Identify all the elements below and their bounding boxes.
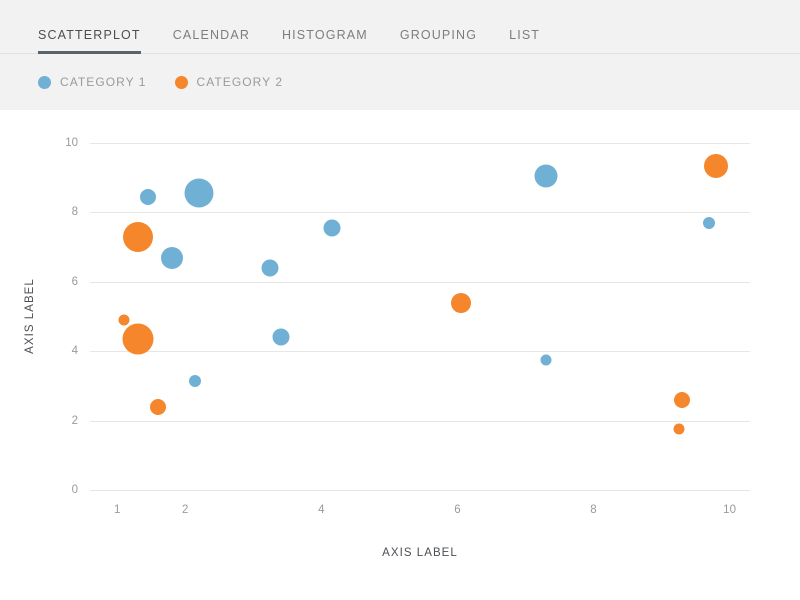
data-point[interactable] — [540, 354, 552, 366]
y-axis-tick: 8 — [71, 206, 78, 219]
y-axis-tick: 2 — [71, 414, 78, 427]
chart-legend: CATEGORY 1 CATEGORY 2 — [38, 54, 311, 110]
tab-scatterplot[interactable]: SCATTERPLOT — [38, 28, 141, 54]
tab-histogram[interactable]: HISTOGRAM — [282, 28, 368, 53]
y-axis-tick: 6 — [71, 275, 78, 288]
x-axis-tick: 6 — [454, 504, 461, 516]
data-point[interactable] — [122, 221, 153, 252]
data-point[interactable] — [323, 219, 341, 237]
data-point[interactable] — [272, 328, 289, 346]
x-axis-tick: 10 — [723, 504, 736, 516]
data-point[interactable] — [139, 188, 156, 205]
gridline — [90, 212, 750, 214]
legend-item-2[interactable]: CATEGORY 2 — [174, 75, 284, 89]
y-axis-tick: 4 — [71, 345, 78, 358]
data-point[interactable] — [450, 292, 471, 313]
chart-area: AXIS LABEL 0 2 4 6 8 10 1 2 4 6 8 10 AXIS LABEL — [0, 110, 800, 600]
legend-label: CATEGORY 2 — [196, 75, 284, 89]
tab-grouping[interactable]: GROUPING — [400, 28, 477, 53]
y-axis-label: AXIS LABEL — [24, 278, 36, 354]
data-point[interactable] — [703, 216, 716, 229]
gridline — [90, 490, 750, 491]
x-axis-tick: 2 — [182, 504, 189, 516]
data-point[interactable] — [703, 153, 728, 178]
data-point[interactable] — [118, 314, 130, 326]
x-axis-tick: 1 — [114, 504, 121, 516]
header: SCATTERPLOT CALENDAR HISTOGRAM GROUPING LIST… — [0, 0, 800, 110]
data-point[interactable] — [160, 246, 183, 269]
tab-calendar[interactable]: CALENDAR — [173, 28, 250, 53]
x-axis-label: AXIS LABEL — [382, 547, 458, 559]
plot-canvas: 0 2 4 6 8 10 1 2 4 6 8 10 — [65, 137, 750, 516]
data-point[interactable] — [534, 164, 558, 188]
legend-item-1[interactable]: CATEGORY 1 — [38, 75, 147, 89]
data-point[interactable] — [673, 391, 690, 408]
gridline — [90, 281, 750, 283]
y-axis-tick: 10 — [65, 137, 78, 149]
data-point[interactable] — [122, 323, 154, 355]
y-axis-tick: 0 — [71, 484, 78, 496]
x-axis-tick: 8 — [590, 504, 597, 516]
gridline — [90, 420, 750, 422]
scatterplot-app: SCATTERPLOT CALENDAR HISTOGRAM GROUPING LIST… — [0, 0, 800, 600]
gridline — [90, 351, 750, 353]
legend-swatch-icon — [38, 75, 51, 89]
data-point[interactable] — [189, 374, 202, 387]
gridline — [90, 143, 750, 144]
data-point[interactable] — [261, 259, 279, 277]
legend-label: CATEGORY 1 — [60, 75, 147, 89]
tab-bar: SCATTERPLOT CALENDAR HISTOGRAM GROUPING LIST — [0, 0, 800, 54]
tab-list[interactable]: LIST — [509, 28, 540, 53]
data-point[interactable] — [184, 178, 214, 208]
data-point[interactable] — [150, 398, 167, 415]
legend-swatch-icon — [174, 75, 188, 89]
data-point[interactable] — [673, 423, 685, 435]
x-axis-tick: 4 — [318, 504, 325, 516]
